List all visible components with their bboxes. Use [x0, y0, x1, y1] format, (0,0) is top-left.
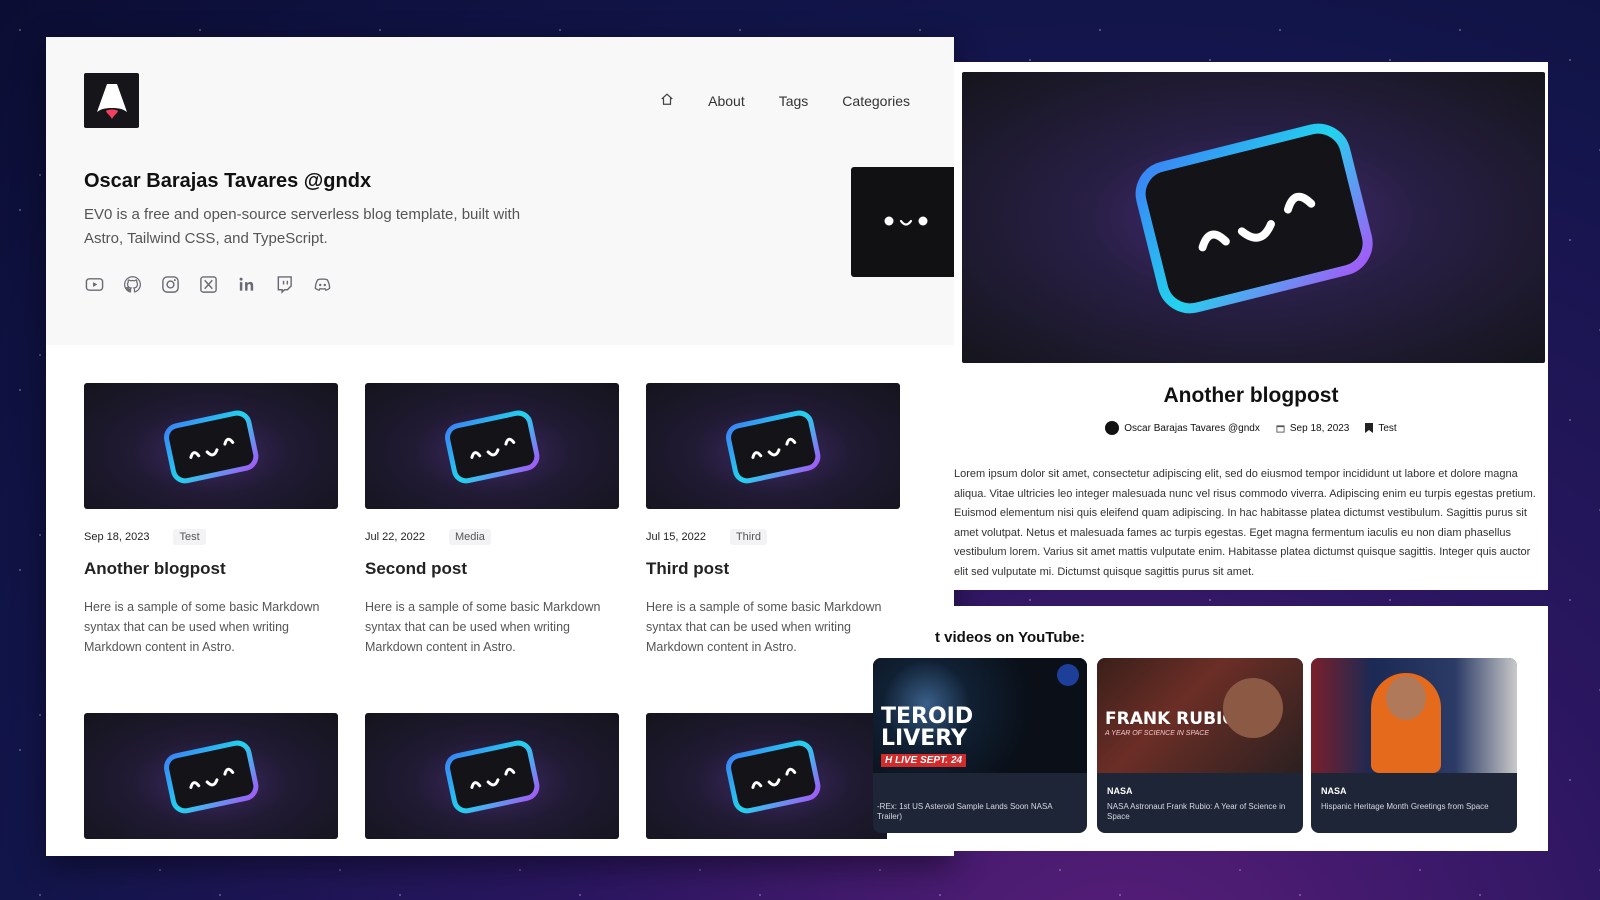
github-icon[interactable]: [122, 274, 142, 294]
hero-section: About Tags Categories Oscar Barajas Tava…: [46, 37, 954, 345]
post-description: Here is a sample of some basic Markdown …: [84, 600, 320, 654]
video-channel: NASA: [1321, 786, 1347, 796]
video-overlay-title: FRANK RUBIO: [1105, 709, 1237, 729]
video-thumbnail[interactable]: FRANK RUBIO A YEAR OF SCIENCE IN SPACE: [1097, 658, 1303, 773]
post-title[interactable]: Third post: [646, 559, 900, 579]
post-description: Here is a sample of some basic Markdown …: [365, 600, 601, 654]
post-date: Jul 22, 2022: [365, 531, 425, 543]
video-overlay-title: TEROID LIVERY: [881, 704, 974, 751]
post-card[interactable]: [84, 713, 338, 839]
site-logo[interactable]: [84, 73, 139, 128]
article-date-text: Sep 18, 2023: [1289, 422, 1350, 434]
main-nav: About Tags Categories: [660, 92, 910, 109]
post-meta: Jul 15, 2022 Third: [646, 529, 900, 545]
article-hero-image: [962, 72, 1545, 363]
person-photo: [1223, 678, 1283, 738]
post-meta: Sep 18, 2023 Test: [84, 529, 338, 545]
video-channel: NASA: [1107, 786, 1133, 796]
youtube-video-card[interactable]: FRANK RUBIO A YEAR OF SCIENCE IN SPACE N…: [1097, 658, 1303, 833]
video-overlay-subtitle: A YEAR OF SCIENCE IN SPACE: [1105, 730, 1209, 737]
x-icon[interactable]: [198, 274, 218, 294]
nav-home[interactable]: [660, 92, 674, 109]
nav-about[interactable]: About: [708, 93, 745, 109]
linkedin-icon[interactable]: [236, 274, 256, 294]
post-title[interactable]: Another blogpost: [84, 559, 338, 579]
home-icon: [661, 93, 673, 105]
post-tag[interactable]: Test: [173, 529, 206, 545]
post-card[interactable]: Sep 18, 2023 Test Another blogpost Here …: [84, 383, 338, 657]
discord-icon[interactable]: [312, 274, 332, 294]
post-thumbnail[interactable]: [646, 713, 900, 839]
video-title[interactable]: -REx: 1st US Asteroid Sample Lands Soon …: [877, 802, 1065, 822]
video-title[interactable]: NASA Astronaut Frank Rubio: A Year of Sc…: [1107, 802, 1295, 822]
youtube-heading: t videos on YouTube:: [935, 629, 1085, 646]
calendar-icon: [1276, 424, 1285, 433]
article-tag[interactable]: Test: [1365, 422, 1397, 434]
youtube-video-card[interactable]: NASA Hispanic Heritage Month Greetings f…: [1311, 658, 1517, 833]
post-thumbnail[interactable]: [365, 713, 619, 839]
bookmark-icon: [1365, 423, 1374, 433]
profile-name: Oscar Barajas Tavares @gndx: [84, 170, 372, 192]
article-date: Sep 18, 2023: [1276, 422, 1350, 434]
post-card[interactable]: [365, 713, 619, 839]
post-title[interactable]: Second post: [365, 559, 619, 579]
nav-categories[interactable]: Categories: [842, 93, 910, 109]
video-thumbnail[interactable]: TEROID LIVERY H LIVE SEPT. 24: [873, 658, 1087, 773]
blog-index-window: About Tags Categories Oscar Barajas Tava…: [46, 37, 954, 856]
video-title[interactable]: Hispanic Heritage Month Greetings from S…: [1321, 802, 1509, 812]
post-tag[interactable]: Media: [448, 529, 491, 545]
youtube-section: t videos on YouTube: TEROID LIVERY H LIV…: [873, 606, 1548, 851]
author-avatar: [1105, 421, 1120, 435]
post-date: Sep 18, 2023: [84, 531, 150, 543]
post-card[interactable]: Jul 15, 2022 Third Third post Here is a …: [646, 383, 900, 657]
article-author[interactable]: Oscar Barajas Tavares @gndx: [1105, 421, 1260, 435]
post-meta: Jul 22, 2022 Media: [365, 529, 619, 545]
article-body: Lorem ipsum dolor sit amet, consectetur …: [954, 468, 1536, 578]
article-tag-text: Test: [1378, 422, 1397, 434]
post-card[interactable]: [646, 713, 900, 839]
article-window: Another blogpost Oscar Barajas Tavares @…: [954, 62, 1548, 590]
astronaut-face: [1386, 676, 1426, 720]
social-links: [84, 274, 332, 294]
smiley-face-icon: [884, 216, 928, 226]
mascot-image: [164, 740, 259, 814]
mascot-image: [726, 410, 821, 484]
nasa-logo-icon: [1057, 664, 1079, 686]
youtube-video-card[interactable]: TEROID LIVERY H LIVE SEPT. 24 -REx: 1st …: [873, 658, 1087, 833]
twitch-icon[interactable]: [274, 274, 294, 294]
instagram-icon[interactable]: [160, 274, 180, 294]
astro-logo-icon: [96, 83, 127, 119]
post-tag[interactable]: Third: [729, 529, 767, 545]
youtube-icon[interactable]: [84, 274, 104, 294]
mascot-image: [1135, 123, 1373, 313]
post-card[interactable]: Jul 22, 2022 Media Second post Here is a…: [365, 383, 619, 657]
author-name: Oscar Barajas Tavares @gndx: [1124, 422, 1260, 434]
nav-tags[interactable]: Tags: [779, 93, 809, 109]
mascot-image: [164, 410, 259, 484]
article-meta: Oscar Barajas Tavares @gndx Sep 18, 2023…: [954, 421, 1548, 435]
post-thumbnail[interactable]: [646, 383, 900, 509]
mascot-image: [445, 410, 540, 484]
post-description: Here is a sample of some basic Markdown …: [646, 600, 882, 654]
post-thumbnail[interactable]: [84, 383, 338, 509]
article-title: Another blogpost: [1163, 384, 1339, 407]
video-overlay-subtitle: H LIVE SEPT. 24: [881, 754, 967, 767]
post-thumbnail[interactable]: [365, 383, 619, 509]
video-thumbnail[interactable]: [1311, 658, 1517, 773]
profile-bio: EV0 is a free and open-source serverless…: [84, 206, 521, 247]
post-thumbnail[interactable]: [84, 713, 338, 839]
mascot-image: [726, 740, 821, 814]
profile-avatar: [851, 167, 954, 277]
post-date: Jul 15, 2022: [646, 531, 706, 543]
mascot-image: [445, 740, 540, 814]
